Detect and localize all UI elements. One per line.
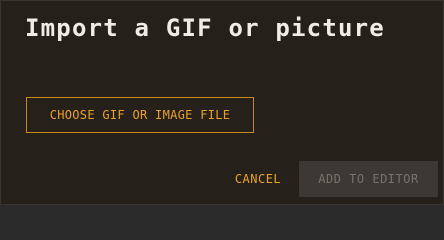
cancel-button[interactable]: CANCEL xyxy=(223,161,293,197)
choose-file-button[interactable]: CHOOSE GIF OR IMAGE FILE xyxy=(26,97,254,133)
add-to-editor-button[interactable]: ADD TO EDITOR xyxy=(299,161,438,197)
import-dialog: Import a GIF or picture CHOOSE GIF OR IM… xyxy=(0,0,444,205)
dialog-title: Import a GIF or picture xyxy=(25,14,385,42)
